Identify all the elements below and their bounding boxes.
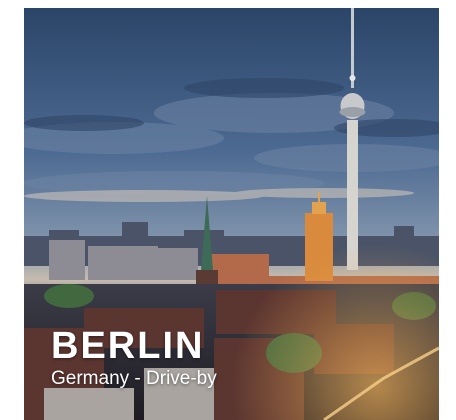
city-subtitle: Germany - Drive-by [51,368,217,389]
city-title: BERLIN [51,325,205,367]
card-caption: BERLIN Germany - Drive-by [51,326,217,391]
destination-card[interactable]: BERLIN Germany - Drive-by [24,8,439,420]
